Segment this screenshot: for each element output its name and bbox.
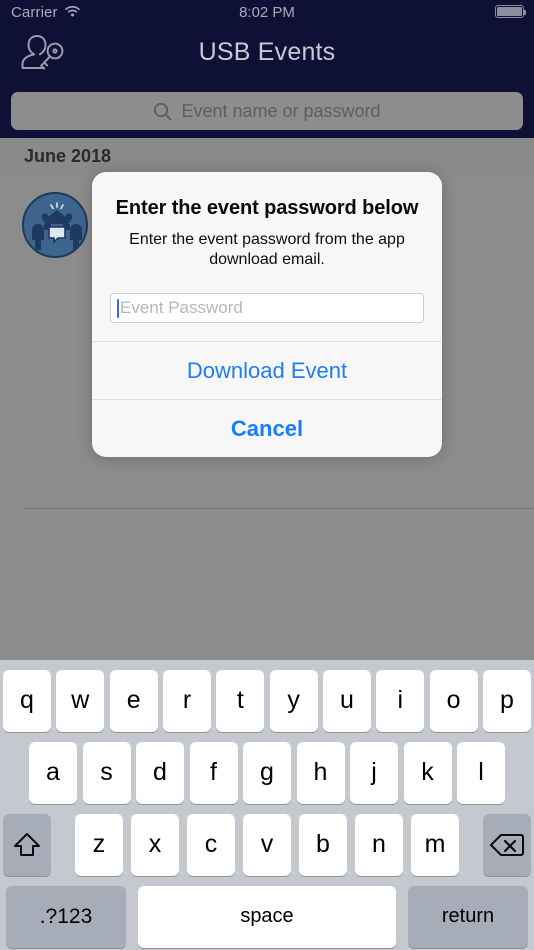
event-password-placeholder: Event Password	[120, 298, 243, 318]
download-event-button[interactable]: Download Event	[92, 341, 442, 399]
event-password-field[interactable]: Event Password	[110, 293, 424, 324]
return-key[interactable]: return	[408, 885, 528, 948]
key-f[interactable]: f	[189, 741, 238, 804]
key-m[interactable]: m	[411, 813, 459, 876]
numbers-key[interactable]: .?123	[6, 885, 126, 948]
shift-arrow-icon[interactable]	[3, 813, 51, 876]
key-e[interactable]: e	[109, 669, 158, 732]
key-p[interactable]: p	[482, 669, 531, 732]
backspace-icon[interactable]	[483, 813, 531, 876]
key-o[interactable]: o	[429, 669, 478, 732]
key-g[interactable]: g	[243, 741, 291, 804]
key-k[interactable]: k	[403, 741, 452, 804]
space-key[interactable]: space	[138, 885, 396, 948]
keyboard-row-1: q w e r t y u i o p	[0, 669, 534, 732]
keyboard-row-3: z x c v b n m	[0, 813, 534, 876]
key-u[interactable]: u	[322, 669, 371, 732]
alert-message: Enter the event password from the app do…	[129, 230, 405, 269]
on-screen-keyboard[interactable]: q w e r t y u i o p a s d f g h j k l z …	[0, 660, 534, 950]
key-y[interactable]: y	[269, 669, 318, 732]
key-c[interactable]: c	[187, 813, 235, 876]
alert-title: Enter the event password below	[115, 197, 419, 219]
key-w[interactable]: w	[56, 669, 105, 732]
key-r[interactable]: r	[162, 669, 211, 732]
key-b[interactable]: b	[299, 813, 347, 876]
key-j[interactable]: j	[350, 741, 398, 804]
cancel-button[interactable]: Cancel	[92, 399, 442, 457]
password-alert-dialog: Enter the event password below Enter the…	[92, 172, 442, 458]
key-d[interactable]: d	[136, 741, 184, 804]
key-h[interactable]: h	[296, 741, 345, 804]
keyboard-row-4: .?123 space return	[0, 885, 534, 948]
alert-body: Enter the event password below Enter the…	[92, 172, 442, 341]
key-t[interactable]: t	[216, 669, 265, 732]
keyboard-row-2: a s d f g h j k l	[0, 741, 534, 804]
key-q[interactable]: q	[3, 669, 51, 732]
key-z[interactable]: z	[75, 813, 123, 876]
key-x[interactable]: x	[131, 813, 179, 876]
key-l[interactable]: l	[457, 741, 505, 804]
key-n[interactable]: n	[355, 813, 403, 876]
key-s[interactable]: s	[82, 741, 131, 804]
text-caret	[117, 298, 119, 318]
key-v[interactable]: v	[243, 813, 291, 876]
key-i[interactable]: i	[376, 669, 425, 732]
key-a[interactable]: a	[29, 741, 77, 804]
